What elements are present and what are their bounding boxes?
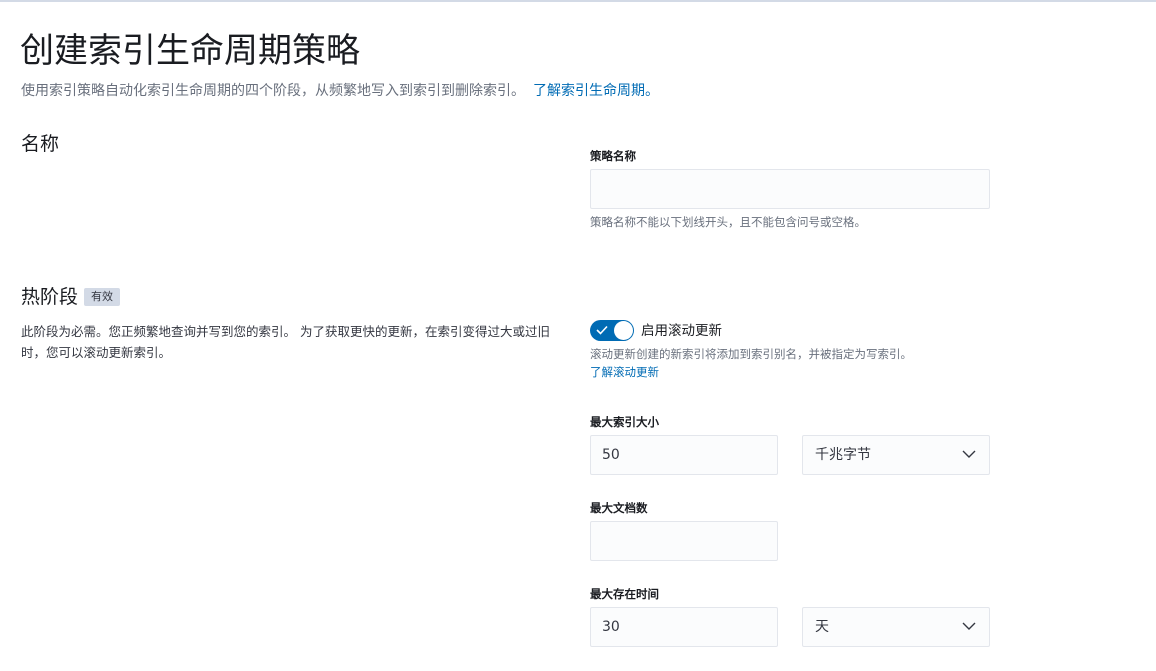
page-description-text: 使用索引策略自动化索引生命周期的四个阶段，从频繁地写入到索引到删除索引。	[21, 83, 525, 99]
policy-name-label: 策略名称	[590, 149, 636, 163]
rollover-help: 滚动更新创建的新索引将添加到索引别名，并被指定为写索引。	[590, 347, 912, 361]
learn-rollover-link[interactable]: 了解滚动更新	[590, 364, 659, 380]
hot-phase-description: 此阶段为必需。您正频繁地查询并写到您的索引。 为了获取更快的更新，在索引变得过大…	[21, 324, 550, 360]
chevron-down-icon	[962, 450, 976, 458]
max-age-label: 最大存在时间	[590, 587, 659, 601]
max-size-unit-value: 千兆字节	[815, 447, 871, 463]
max-age-unit-select[interactable]: 天	[802, 607, 990, 647]
name-section-title: 名称	[21, 133, 60, 155]
max-age-input[interactable]	[590, 607, 778, 647]
hot-phase-title-text: 热阶段	[21, 286, 79, 308]
rollover-toggle[interactable]	[590, 320, 634, 341]
active-badge: 有效	[84, 288, 121, 306]
rollover-toggle-label[interactable]: 启用滚动更新	[641, 322, 722, 340]
learn-lifecycle-link[interactable]: 了解索引生命周期。	[533, 83, 659, 99]
max-size-label: 最大索引大小	[590, 415, 659, 429]
policy-name-help: 策略名称不能以下划线开头，且不能包含问号或空格。	[590, 215, 866, 229]
check-icon	[596, 325, 608, 335]
max-size-input[interactable]	[590, 435, 778, 475]
toggle-knob	[614, 321, 633, 340]
max-size-unit-select[interactable]: 千兆字节	[802, 435, 990, 475]
hot-phase-title: 热阶段 有效	[21, 284, 121, 310]
page-description: 使用索引策略自动化索引生命周期的四个阶段，从频繁地写入到索引到删除索引。 了解索引…	[21, 81, 659, 101]
max-docs-input[interactable]	[590, 521, 778, 561]
page-title: 创建索引生命周期策略	[20, 31, 360, 71]
policy-name-input[interactable]	[590, 169, 990, 209]
chevron-down-icon	[962, 622, 976, 630]
top-border	[0, 0, 1156, 2]
max-docs-label: 最大文档数	[590, 501, 648, 515]
max-age-unit-value: 天	[815, 619, 829, 635]
